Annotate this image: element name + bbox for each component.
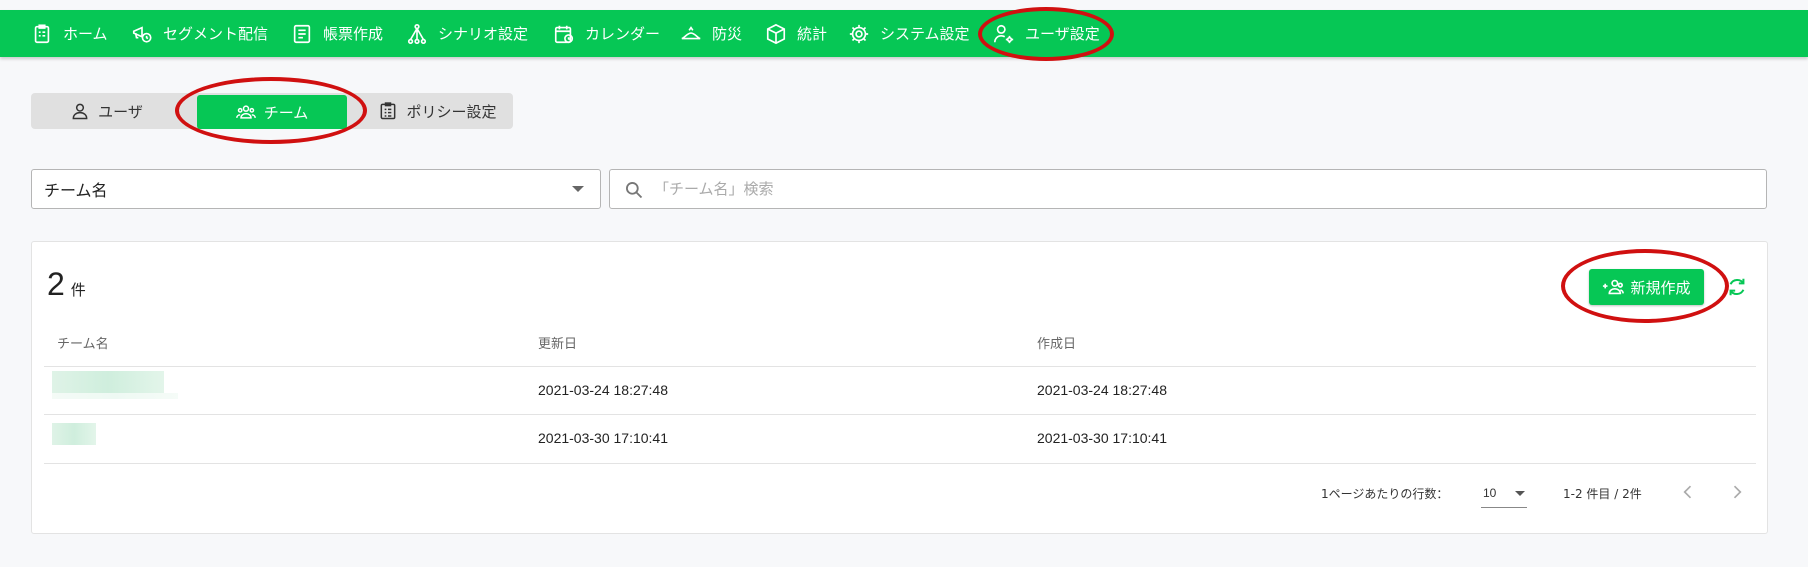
rows-per-page-label: 1ページあたりの行数： [1321,487,1449,501]
next-page-button[interactable] [1727,482,1747,502]
document-icon [293,24,311,43]
user-gear-icon [994,24,1014,43]
team-icon [235,105,256,119]
tab-label: ポリシー設定 [406,102,497,121]
tab-label: ユーザ [98,102,143,121]
rows-per-page-select[interactable]: 10 [1481,478,1527,508]
nav-label: シナリオ設定 [438,25,529,43]
add-team-icon [1603,279,1625,295]
nav-item-user-settings[interactable]: ユーザ設定 [993,10,1100,57]
redacted-team-name-shadow [52,393,178,399]
nav-label: システム設定 [880,25,970,43]
table-row[interactable]: 2021-03-30 17:10:41 2021-03-30 17:10:41 [44,414,1756,462]
row-created: 2021-03-24 18:27:48 [1037,382,1167,398]
search-icon [626,182,643,199]
tab-team[interactable]: チーム [197,95,347,129]
nav-item-segment[interactable]: セグメント配信 [131,10,268,57]
nav-label: セグメント配信 [163,25,269,43]
page-range-text: 1-2 件目 / 2件 [1563,487,1642,501]
cube-icon [766,23,786,44]
refresh-icon [1729,278,1745,296]
branch-icon [407,23,427,44]
table-row[interactable]: 2021-03-24 18:27:48 2021-03-24 18:27:48 [44,366,1756,414]
chevron-right-icon [1733,485,1742,499]
nav-label: ユーザ設定 [1025,25,1100,43]
count-unit: 件 [70,281,86,299]
nav-item-forms[interactable]: 帳票作成 [291,10,383,57]
user-tabs: ユーザ チーム ポリシー設定 [31,93,513,129]
nav-label: 防災 [712,25,743,43]
nav-item-home[interactable]: ホーム [31,10,108,57]
search-box [609,169,1767,209]
column-header-created[interactable]: 作成日 [1037,333,1076,352]
nav-item-stats[interactable]: 統計 [765,10,827,57]
nav-item-calendar[interactable]: カレンダー [553,10,660,57]
rows-per-page-value: 10 [1483,486,1497,500]
megaphone-clock-icon [132,25,152,43]
tab-label: チーム [263,103,309,122]
nav-label: ホーム [63,25,108,43]
refresh-button[interactable] [1726,276,1748,298]
prev-page-button[interactable] [1678,482,1698,502]
nav-label: カレンダー [585,25,661,43]
nav-label: 帳票作成 [323,25,384,43]
search-input[interactable] [654,170,1754,208]
chevron-down-icon [572,186,584,192]
chevron-left-icon [1683,485,1692,499]
tab-policy[interactable]: ポリシー設定 [362,93,513,129]
gear-icon [849,24,869,43]
result-count: 2 件 [47,266,86,303]
nav-item-disaster[interactable]: 防災 [680,10,742,57]
create-team-label: 新規作成 [1630,278,1691,297]
redacted-team-name [52,423,96,445]
row-created: 2021-03-30 17:10:41 [1037,430,1167,446]
column-header-team-name[interactable]: チーム名 [57,333,109,352]
clipboard-icon [34,23,50,43]
count-number: 2 [47,266,65,302]
clipboard-list-icon [381,102,396,120]
create-team-button[interactable]: 新規作成 [1589,269,1704,305]
team-list-card: 2 件 新規作成 チーム名 更新日 作成日 2021-03-24 18:27:4… [31,241,1768,534]
chevron-down-icon [1515,491,1525,496]
row-updated: 2021-03-30 17:10:41 [538,430,668,446]
field-select[interactable]: チーム名 [31,169,601,209]
user-icon [72,103,88,120]
redacted-team-name [52,371,164,393]
table-bottom-divider [44,463,1756,464]
column-header-updated[interactable]: 更新日 [538,333,577,352]
disaster-icon [681,25,701,39]
nav-item-system[interactable]: システム設定 [848,10,970,57]
calendar-icon [554,25,574,43]
tab-user[interactable]: ユーザ [31,93,182,129]
nav-item-scenario[interactable]: シナリオ設定 [406,10,528,57]
nav-label: 統計 [797,25,828,43]
row-updated: 2021-03-24 18:27:48 [538,382,668,398]
field-select-value: チーム名 [44,181,108,200]
top-nav: ホーム セグメント配信 帳票作成 シナリオ設定 カレンダー 防災 統計 システム… [0,10,1808,57]
